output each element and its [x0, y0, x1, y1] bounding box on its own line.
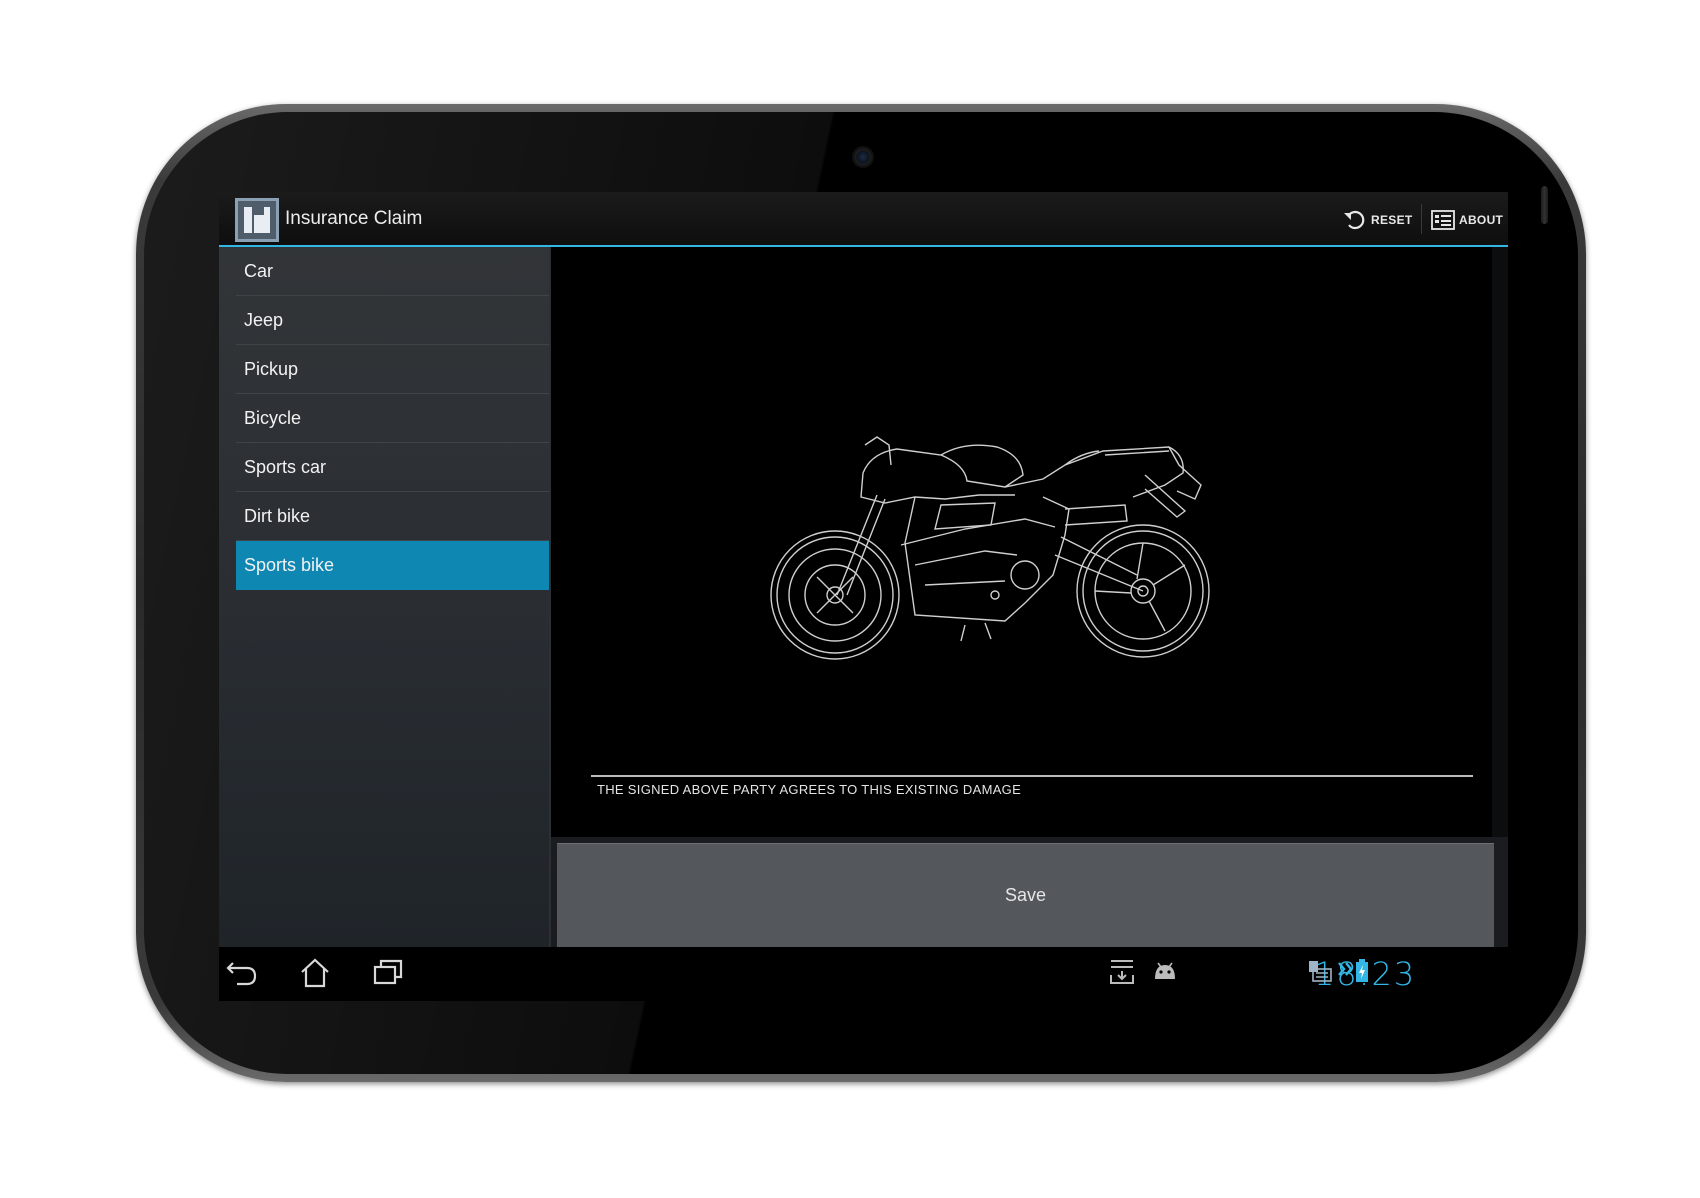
info-card-icon	[1431, 210, 1455, 230]
vehicle-sidebar: Car Jeep Pickup Bicycle Sports car Dirt …	[219, 247, 549, 947]
app-screen: Insurance Claim RESET ABOUT Car Jeep Pic…	[219, 192, 1508, 947]
about-button[interactable]: ABOUT	[1431, 208, 1503, 232]
reset-button[interactable]: RESET	[1343, 208, 1413, 232]
signature-line	[591, 775, 1473, 777]
content-edge	[1492, 247, 1508, 837]
download-tray-icon[interactable]	[1109, 959, 1135, 985]
vehicle-item-label: Bicycle	[244, 407, 302, 428]
android-icon[interactable]	[1151, 959, 1179, 983]
vehicle-item-bicycle[interactable]: Bicycle	[236, 394, 549, 443]
vehicle-item-sports-car[interactable]: Sports car	[236, 443, 549, 492]
keyboard-icon[interactable]	[1307, 959, 1333, 983]
vehicle-list: Car Jeep Pickup Bicycle Sports car Dirt …	[236, 247, 549, 590]
vehicle-item-pickup[interactable]: Pickup	[236, 345, 549, 394]
side-slot	[1541, 186, 1548, 224]
app-logo-icon[interactable]	[235, 198, 279, 242]
app-title: Insurance Claim	[285, 208, 423, 229]
home-icon[interactable]	[299, 957, 331, 989]
recent-apps-icon[interactable]	[373, 957, 405, 987]
vehicle-item-sports-bike[interactable]: Sports bike	[236, 541, 549, 590]
vehicle-item-car[interactable]: Car	[236, 247, 549, 296]
sports-bike-outline	[770, 436, 1210, 660]
vehicle-item-label: Dirt bike	[244, 505, 311, 526]
front-camera	[854, 148, 872, 166]
save-area: Save	[551, 837, 1508, 947]
signature-agreement-text: THE SIGNED ABOVE PARTY AGREES TO THIS EX…	[597, 782, 1022, 797]
save-button[interactable]: Save	[557, 843, 1494, 947]
vehicle-item-label: Car	[244, 260, 274, 281]
vehicle-item-label: Jeep	[244, 309, 284, 330]
reset-label: RESET	[1371, 213, 1413, 227]
back-icon[interactable]	[225, 957, 259, 987]
vehicle-item-label: Sports car	[244, 456, 327, 477]
vehicle-item-jeep[interactable]: Jeep	[236, 296, 549, 345]
damage-drawing-area[interactable]: THE SIGNED ABOVE PARTY AGREES TO THIS EX…	[551, 247, 1508, 837]
action-divider	[1421, 204, 1422, 234]
undo-icon	[1344, 210, 1365, 230]
action-bar: Insurance Claim RESET ABOUT	[219, 192, 1508, 247]
battery-charging-icon[interactable]	[1355, 959, 1369, 983]
vehicle-item-label: Pickup	[244, 358, 299, 379]
vehicle-item-label: Sports bike	[244, 555, 335, 575]
system-bar: 18:23	[219, 947, 1508, 1001]
vehicle-item-dirt-bike[interactable]: Dirt bike	[236, 492, 549, 541]
usb-debug-icon[interactable]	[1337, 959, 1353, 981]
about-label: ABOUT	[1459, 213, 1504, 227]
